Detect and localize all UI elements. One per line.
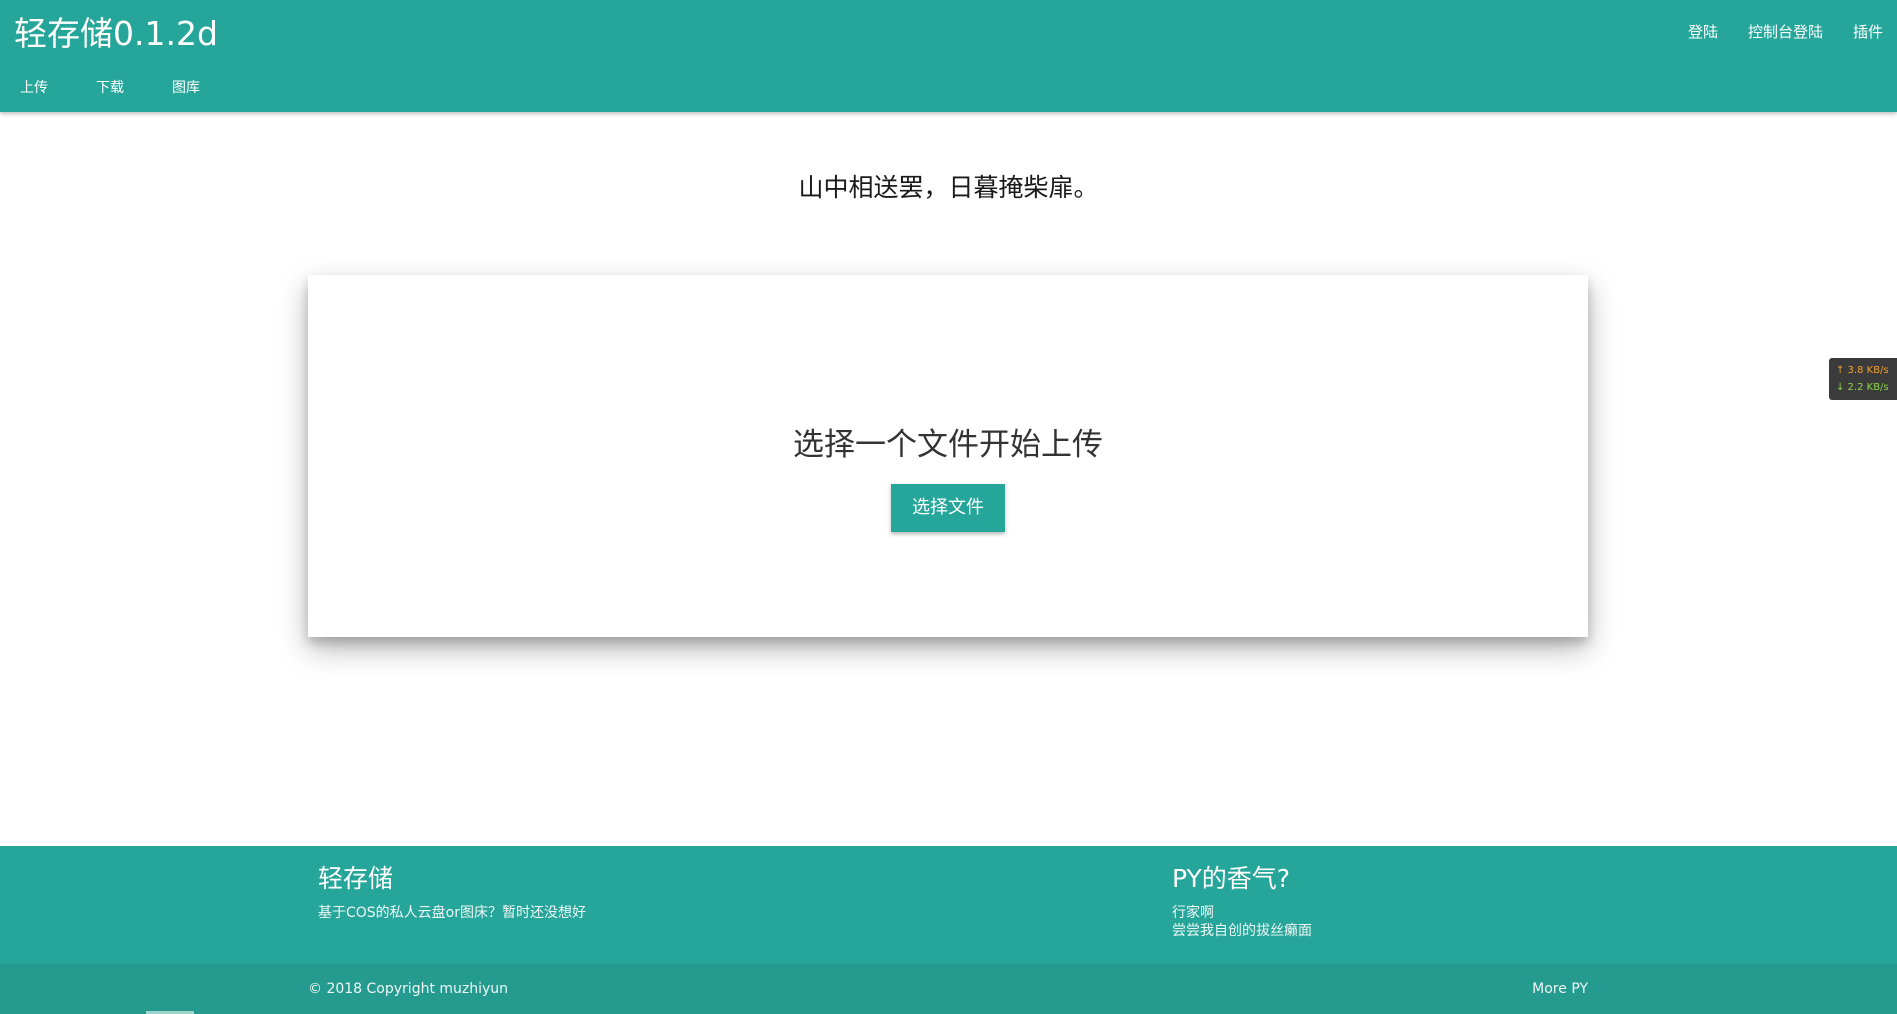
network-speed-widget[interactable]: ↑ 3.8 KB/s ↓ 2.2 KB/s: [1829, 358, 1897, 400]
more-py-link[interactable]: More PY: [1532, 980, 1588, 998]
top-navbar: 轻存储0.1.2d 登陆 控制台登陆 插件 上传 下载 图库: [0, 0, 1897, 112]
choose-file-button[interactable]: 选择文件: [891, 484, 1005, 532]
upload-card-title: 选择一个文件开始上传: [793, 427, 1103, 463]
brand-logo[interactable]: 轻存储0.1.2d: [14, 14, 218, 54]
footer-title: 轻存储: [318, 864, 394, 893]
top-links: 登陆 控制台登陆 插件: [1658, 22, 1883, 42]
plugins-link[interactable]: 插件: [1853, 22, 1883, 42]
nav-tabs: 上传 下载 图库: [20, 78, 248, 98]
console-login-link[interactable]: 控制台登陆: [1748, 22, 1823, 42]
tab-upload[interactable]: 上传: [20, 78, 48, 98]
tab-download[interactable]: 下载: [96, 78, 124, 98]
footer: 轻存储 基于COS的私人云盘or图床？暂时还没想好 PY的香气? 行家啊 尝尝我…: [0, 846, 1897, 964]
footer-py-line2: 尝尝我自创的拔丝癞面: [1172, 923, 1312, 939]
poem-quote: 山中相送罢，日暮掩柴扉。: [798, 173, 1099, 202]
copyright-text: © 2018 Copyright muzhiyun: [308, 981, 509, 997]
copyright-bar: © 2018 Copyright muzhiyun More PY: [0, 964, 1897, 1014]
footer-py-line1: 行家啊: [1172, 905, 1214, 921]
upload-card: 选择一个文件开始上传 选择文件: [308, 275, 1588, 637]
upload-speed: ↑ 3.8 KB/s: [1836, 365, 1889, 376]
login-link[interactable]: 登陆: [1688, 22, 1718, 42]
footer-description: 基于COS的私人云盘or图床？暂时还没想好: [318, 905, 587, 921]
download-speed: ↓ 2.2 KB/s: [1836, 382, 1889, 393]
footer-py-title: PY的香气?: [1172, 864, 1291, 893]
tab-gallery[interactable]: 图库: [172, 78, 200, 98]
